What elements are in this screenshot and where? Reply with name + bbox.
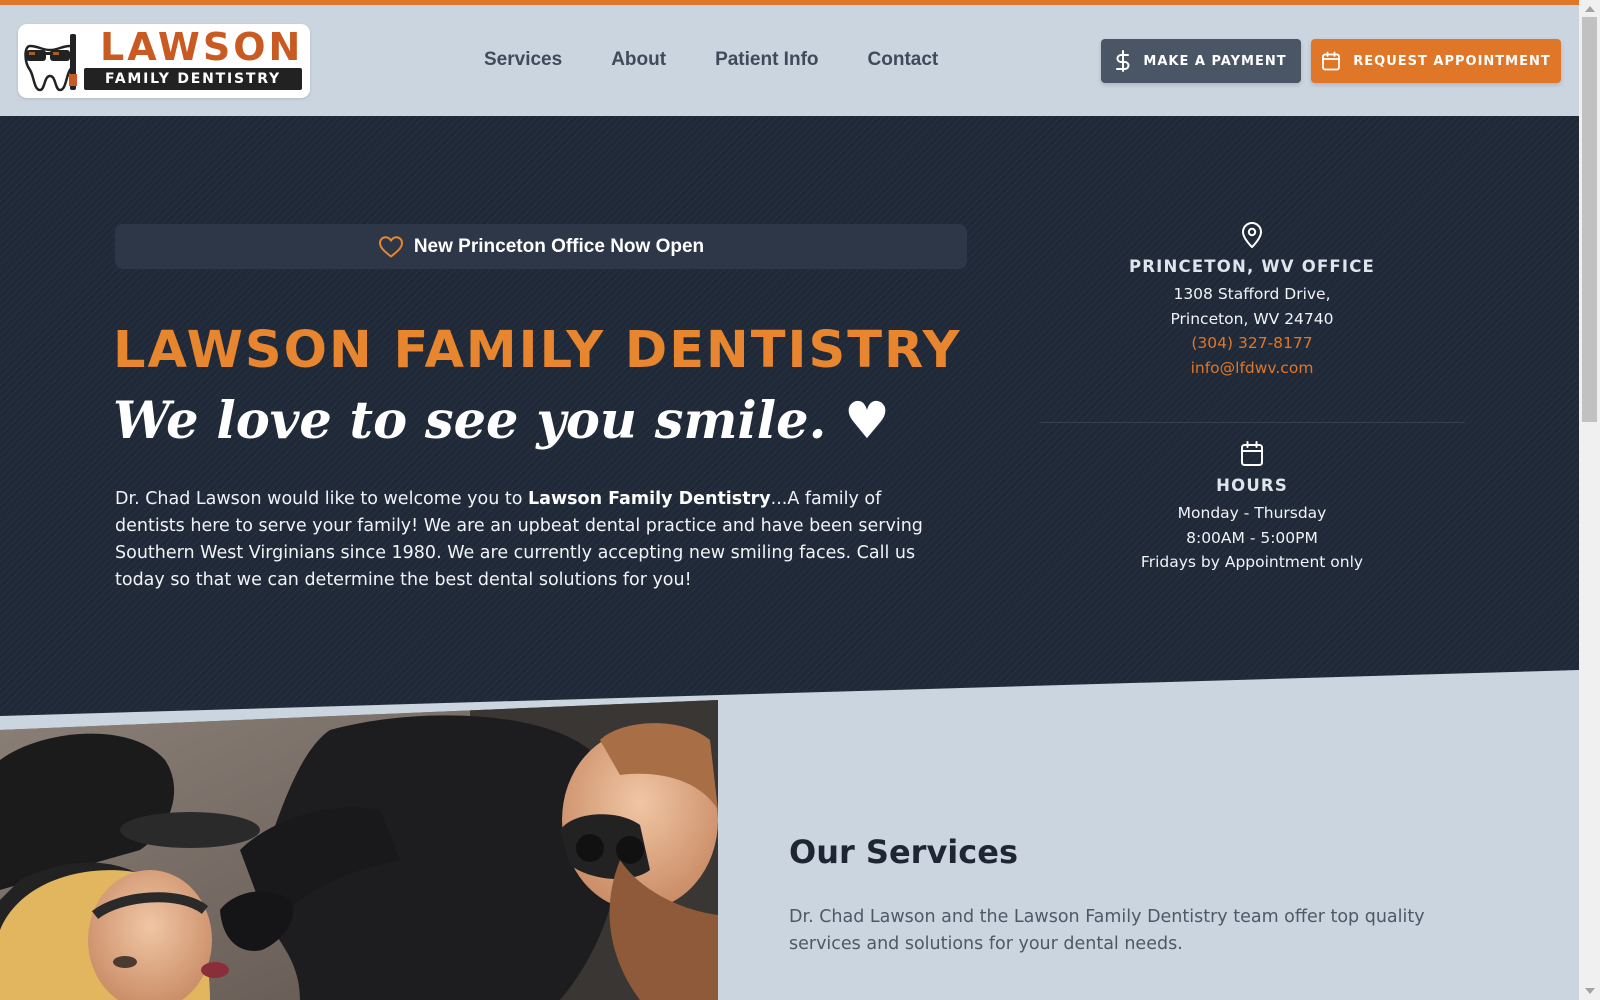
scrollbar-thumb[interactable]	[1582, 17, 1597, 422]
main-nav: Services About Patient Info Contact	[484, 45, 987, 75]
logo-wordmark: LAWSON	[100, 25, 304, 69]
nav-item-services[interactable]: Services	[484, 45, 562, 75]
logo-subtitle: FAMILY DENTISTRY	[84, 68, 302, 90]
office-info: PRINCETON, WV OFFICE 1308 Stafford Drive…	[1037, 221, 1467, 380]
make-payment-label: MAKE A PAYMENT	[1143, 53, 1287, 69]
dentist-photo	[0, 700, 718, 1000]
office-phone-link[interactable]: (304) 327-8177	[1037, 331, 1467, 356]
hours-note: Fridays by Appointment only	[1140, 553, 1364, 571]
services-title: Our Services	[789, 833, 1018, 871]
info-divider	[1040, 422, 1465, 423]
nav-item-about[interactable]: About	[611, 45, 666, 75]
hero-title: LAWSON FAMILY DENTISTRY	[113, 321, 962, 380]
office-email-link[interactable]: info@lfdwv.com	[1037, 356, 1467, 381]
make-payment-button[interactable]: MAKE A PAYMENT	[1101, 39, 1301, 83]
hero-tagline: We love to see you smile. ♥	[113, 391, 890, 451]
announcement-text: New Princeton Office Now Open	[413, 235, 705, 257]
map-pin-icon	[1242, 222, 1262, 248]
hours-days: Monday - Thursday	[1177, 504, 1327, 522]
announcement-banner[interactable]: New Princeton Office Now Open	[115, 224, 967, 269]
hours-info: HOURS Monday - Thursday 8:00AM - 5:00PM …	[1037, 440, 1467, 575]
office-address-line1: 1308 Stafford Drive,	[1173, 285, 1331, 303]
calendar-icon	[1322, 51, 1341, 71]
services-intro: Dr. Chad Lawson and the Lawson Family De…	[789, 907, 1425, 954]
tooth-mascot-icon	[24, 34, 77, 92]
nav-item-patient-info[interactable]: Patient Info	[715, 45, 818, 75]
heart-icon	[378, 235, 403, 257]
hero-intro-text: Dr. Chad Lawson would like to welcome yo…	[115, 486, 955, 594]
scroll-down-arrow-icon[interactable]	[1585, 988, 1595, 994]
site-logo[interactable]: LAWSON FAMILY DENTISTRY	[18, 24, 310, 98]
calendar-icon	[1241, 441, 1263, 466]
office-heading: PRINCETON, WV OFFICE	[1128, 257, 1376, 276]
request-appointment-label: REQUEST APPOINTMENT	[1353, 53, 1551, 69]
hero-intro-start: Dr. Chad Lawson would like to welcome yo…	[115, 489, 528, 509]
page-scrollbar[interactable]	[1579, 0, 1600, 1000]
nav-item-contact[interactable]: Contact	[868, 45, 939, 75]
hours-time: 8:00AM - 5:00PM	[1186, 528, 1318, 547]
office-address-line2: Princeton, WV 24740	[1170, 309, 1334, 328]
dollar-icon	[1116, 50, 1130, 72]
scroll-up-arrow-icon[interactable]	[1585, 6, 1595, 12]
site-header: LAWSON FAMILY DENTISTRY Services About P…	[0, 5, 1579, 116]
dentist-with-child-image	[0, 700, 718, 1000]
request-appointment-button[interactable]: REQUEST APPOINTMENT	[1311, 39, 1561, 83]
hours-heading: HOURS	[1216, 476, 1288, 495]
hero-intro-practice-name: Lawson Family Dentistry	[528, 489, 771, 509]
